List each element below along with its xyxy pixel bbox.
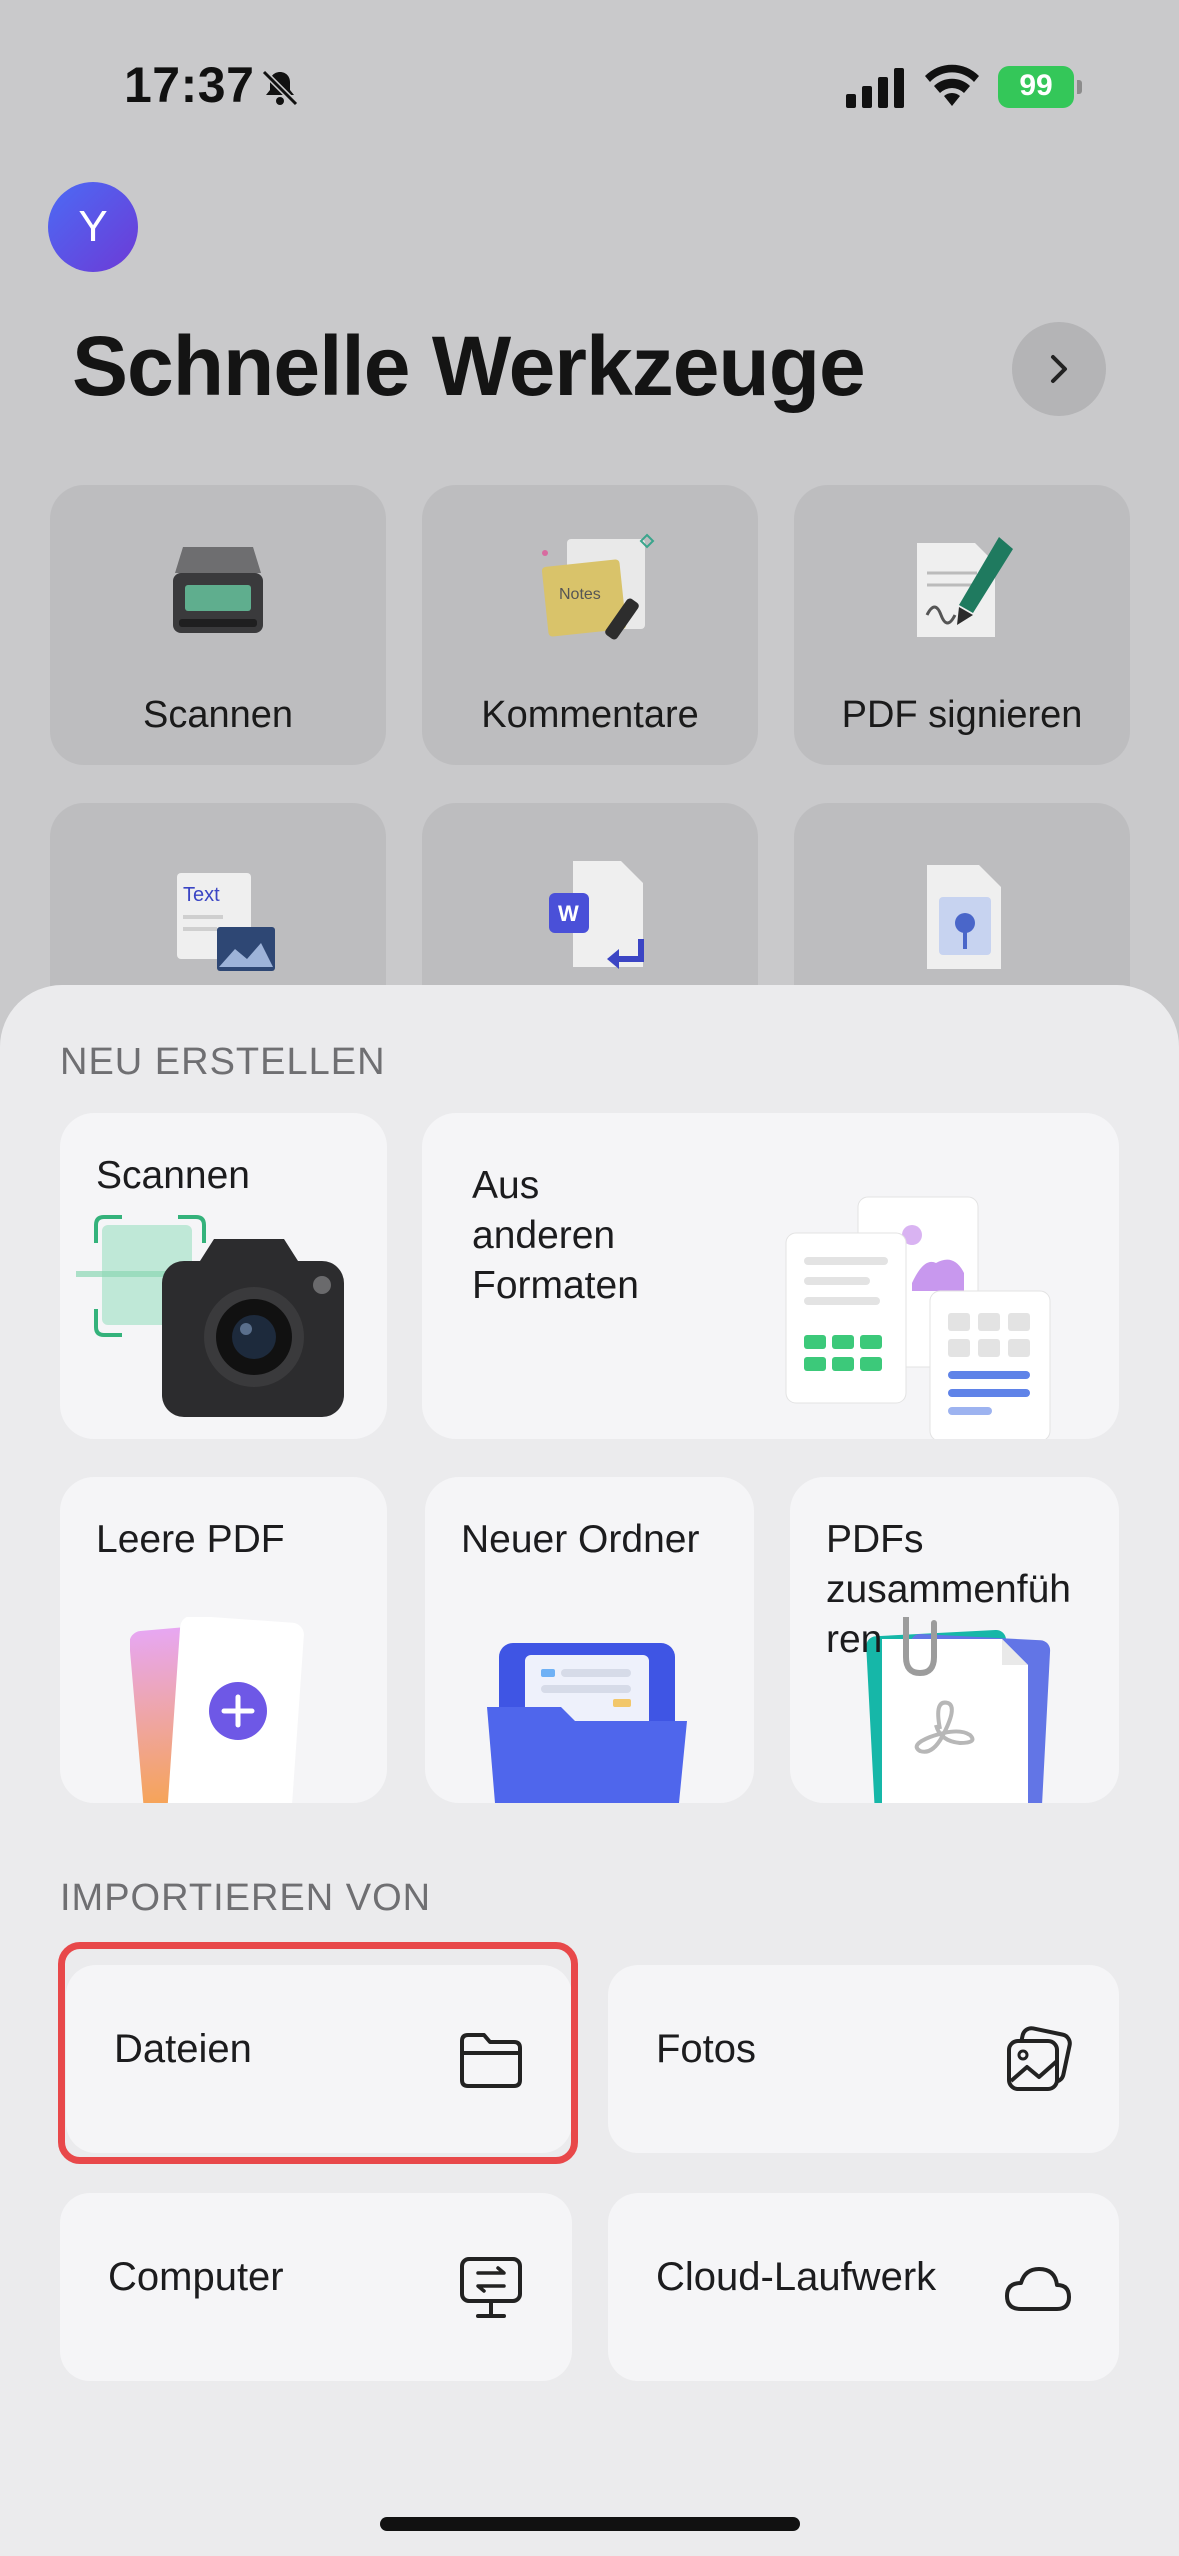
tool-scan-card[interactable]: Scannen (50, 485, 386, 765)
pdf-to-word-icon: W (549, 861, 644, 969)
battery-level: 99 (1019, 69, 1053, 102)
computer-transfer-icon (460, 2257, 522, 2318)
battery-icon: 99 (998, 66, 1082, 108)
tool-sign-card[interactable]: PDF signieren (794, 485, 1130, 765)
create-merge-pdfs-card[interactable]: PDFs zusammenfüh ren (790, 1477, 1119, 1803)
create-empty-pdf-label: Leere PDF (96, 1518, 285, 1561)
create-scan-card[interactable]: Scannen (60, 1113, 387, 1439)
documents-formats-icon (785, 1196, 1051, 1439)
home-indicator[interactable] (380, 2517, 800, 2531)
import-cloud-button[interactable]: Cloud-Laufwerk (608, 2193, 1119, 2381)
notes-icon: Notes (541, 533, 655, 640)
svg-text:Text: Text (183, 884, 220, 906)
create-new-folder-label: Neuer Ordner (461, 1518, 700, 1561)
tool-comments-card[interactable]: Notes Kommentare (422, 485, 758, 765)
tool-comments-label: Kommentare (481, 694, 699, 736)
create-new-folder-card[interactable]: Neuer Ordner (425, 1477, 754, 1803)
files-highlight-box (58, 1942, 578, 2164)
tool-scan-label: Scannen (142, 694, 293, 736)
camera-icon (76, 1215, 344, 1417)
cellular-signal-icon (846, 68, 904, 108)
blank-page-plus-icon (130, 1617, 304, 1803)
status-time: 17:37 (124, 57, 255, 113)
scanner-icon (173, 547, 263, 633)
tool-sign-label: PDF signieren (841, 694, 1083, 736)
import-photos-button[interactable]: Fotos (608, 1965, 1119, 2153)
folder-icon (487, 1643, 687, 1803)
import-section-title: IMPORTIEREN VON (60, 1877, 432, 1919)
create-from-formats-label: Aus anderen Formaten (472, 1164, 639, 1307)
create-import-sheet: NEU ERSTELLEN Scannen Aus anderen Format… (0, 985, 1179, 2556)
bell-off-icon (261, 69, 299, 107)
pdf-image-icon (927, 865, 1001, 969)
wifi-icon (925, 64, 979, 106)
cloud-icon (1005, 2267, 1071, 2311)
create-from-formats-card[interactable]: Aus anderen Formaten (422, 1113, 1119, 1439)
see-all-tools-button[interactable] (1012, 322, 1106, 416)
import-cloud-label: Cloud-Laufwerk (656, 2255, 937, 2299)
page-title: Schnelle Werkzeuge (72, 319, 866, 413)
svg-text:W: W (558, 901, 579, 926)
import-photos-label: Fotos (656, 2027, 757, 2071)
create-merge-pdfs-label: PDFs zusammenfüh ren (826, 1518, 1071, 1661)
create-scan-label: Scannen (96, 1154, 250, 1197)
create-section-title: NEU ERSTELLEN (60, 1041, 386, 1083)
chevron-right-icon (1051, 355, 1067, 383)
import-computer-button[interactable]: Computer (60, 2193, 572, 2381)
photos-icon (1007, 2026, 1072, 2091)
status-bar: 17:37 99 (0, 0, 1179, 170)
text-image-icon: Text (177, 873, 275, 971)
avatar[interactable]: Y (48, 182, 138, 272)
import-computer-label: Computer (108, 2255, 284, 2299)
svg-text:Notes: Notes (559, 586, 601, 603)
create-empty-pdf-card[interactable]: Leere PDF (60, 1477, 387, 1803)
sign-pen-icon (917, 537, 1013, 637)
